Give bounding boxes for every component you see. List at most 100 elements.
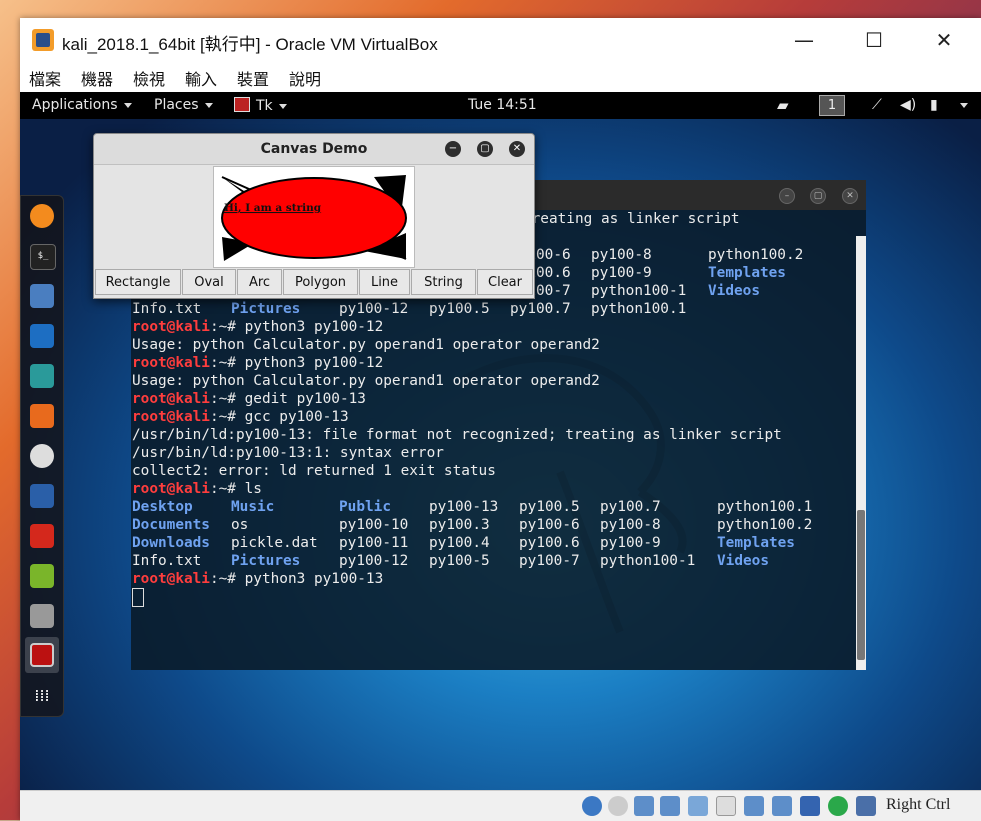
tk-icon xyxy=(234,97,250,112)
canvas-maximize-button[interactable]: ▢ xyxy=(477,141,493,157)
mouse-integration-icon[interactable] xyxy=(828,796,848,816)
ls-directory-entry: Pictures xyxy=(231,301,301,317)
ls-directory-entry: Downloads xyxy=(132,535,210,551)
menu-devices[interactable]: 裝置 xyxy=(237,66,269,90)
cutycapt-icon[interactable] xyxy=(30,604,54,628)
ls-directory-entry: Documents xyxy=(132,517,210,533)
places-menu[interactable]: Places xyxy=(154,97,213,113)
tk-app-icon[interactable] xyxy=(30,643,54,667)
prompt-tail: :~# xyxy=(209,481,245,497)
canvas-demo-window[interactable]: Canvas Demo − ▢ ✕ Hi, I am a string Rect… xyxy=(93,133,535,299)
menu-view[interactable]: 檢視 xyxy=(133,66,165,90)
menu-machine[interactable]: 機器 xyxy=(81,66,113,90)
beef-icon[interactable] xyxy=(30,484,54,508)
battery-icon[interactable]: ▮ xyxy=(930,97,938,113)
command-text: python3 py100-13 xyxy=(244,571,384,587)
maximize-button[interactable]: ☐ xyxy=(851,28,897,52)
terminal-output-line: /usr/bin/ld:py100-13:1: syntax error xyxy=(132,445,444,461)
audio-icon[interactable] xyxy=(634,796,654,816)
line-button[interactable]: Line xyxy=(359,269,410,295)
prompt-user: root@kali xyxy=(132,409,210,425)
prompt-tail: :~# xyxy=(209,391,245,407)
video-recorder-icon[interactable]: ▰ xyxy=(777,96,789,114)
menu-input[interactable]: 輸入 xyxy=(185,66,217,90)
virtualbox-window: kali_2018.1_64bit [執行中] - Oracle VM Virt… xyxy=(20,18,981,821)
drawing-canvas[interactable]: Hi, I am a string xyxy=(213,166,415,268)
hard-disk-icon[interactable] xyxy=(582,796,602,816)
prompt-user: root@kali xyxy=(132,319,210,335)
prompt-tail: :~# xyxy=(209,409,245,425)
arc-button[interactable]: Arc xyxy=(237,269,282,295)
menu-help[interactable]: 說明 xyxy=(289,66,321,90)
network-adapter-icon[interactable] xyxy=(660,796,680,816)
command-text: gedit py100-13 xyxy=(244,391,366,407)
prompt-user: root@kali xyxy=(132,391,210,407)
ls-directory-entry: Music xyxy=(231,499,275,515)
terminal-minimize-button[interactable]: – xyxy=(779,188,795,204)
ls-directory-entry: Templates xyxy=(708,265,786,281)
ls-file-entry: py100.4 xyxy=(429,535,490,551)
display-icon[interactable] xyxy=(744,796,764,816)
metasploit-icon[interactable] xyxy=(30,324,54,348)
terminal-icon[interactable]: $_ xyxy=(30,244,56,270)
ls-output-row: Desktop Music Public py100-13 py100.5 py100.7… xyxy=(132,498,855,516)
maltego-icon[interactable] xyxy=(30,444,54,468)
minimize-button[interactable]: — xyxy=(781,28,827,52)
terminal-output-line: /usr/bin/ld:py100-13: file format not re… xyxy=(132,427,782,443)
faraday-icon[interactable] xyxy=(30,524,54,548)
burpsuite-icon[interactable] xyxy=(30,404,54,428)
cpu-icon[interactable] xyxy=(800,796,820,816)
virtualbox-icon xyxy=(32,29,54,51)
clock[interactable]: Tue 14:51 xyxy=(468,97,537,113)
shared-folder-icon[interactable] xyxy=(716,796,736,816)
window-titlebar[interactable]: kali_2018.1_64bit [執行中] - Oracle VM Virt… xyxy=(20,18,981,62)
applications-menu[interactable]: Applications xyxy=(32,97,132,113)
canvas-demo-titlebar[interactable]: Canvas Demo − ▢ ✕ xyxy=(94,134,534,165)
tk-app-menu[interactable]: Tk xyxy=(234,97,287,114)
ls-directory-entry: Videos xyxy=(717,553,769,569)
canvas-minimize-button[interactable]: − xyxy=(445,141,461,157)
ls-file-entry: py100-12 xyxy=(339,301,409,317)
clear-button[interactable]: Clear xyxy=(477,269,533,295)
ls-file-entry: python100.2 xyxy=(717,517,813,533)
ls-output-row: Downloads pickle.dat py100-11 py100.4 py100.… xyxy=(132,534,855,552)
system-menu-icon[interactable] xyxy=(954,97,968,113)
ls-file-entry: python100.2 xyxy=(708,247,804,263)
terminal-prompt-line: root@kali:~# gedit py100-13 xyxy=(132,390,366,408)
terminal-output-line: Usage: python Calculator.py operand1 ope… xyxy=(132,337,600,353)
prompt-user: root@kali xyxy=(132,571,210,587)
terminal-scroll-thumb[interactable] xyxy=(857,510,865,660)
terminal-maximize-button[interactable]: ▢ xyxy=(810,188,826,204)
workspace-indicator[interactable]: 1 xyxy=(819,95,845,116)
close-button[interactable]: ✕ xyxy=(921,28,967,52)
canvas-close-button[interactable]: ✕ xyxy=(509,141,525,157)
host-key-label: Right Ctrl xyxy=(886,796,951,813)
terminal-prompt-line: root@kali:~# ls xyxy=(132,480,262,498)
show-apps-icon[interactable]: ⁞⁞⁞ xyxy=(30,684,54,708)
armitage-icon[interactable] xyxy=(30,364,54,388)
ls-file-entry: pickle.dat xyxy=(231,535,318,551)
rectangle-button[interactable]: Rectangle xyxy=(95,269,181,295)
terminal-prompt-line: root@kali:~# gcc py100-13 xyxy=(132,408,349,426)
optical-drive-icon[interactable] xyxy=(608,796,628,816)
files-icon[interactable] xyxy=(30,284,54,308)
oval-button[interactable]: Oval xyxy=(182,269,236,295)
ls-file-entry: Info.txt xyxy=(132,553,202,569)
ls-output-row: Info.txt Pictures py100-12 py100.5 py100.7 py… xyxy=(132,300,855,318)
terminal-close-button[interactable]: ✕ xyxy=(842,188,858,204)
menu-file[interactable]: 檔案 xyxy=(29,66,61,90)
keyboard-icon[interactable] xyxy=(856,796,876,816)
recording-icon[interactable] xyxy=(772,796,792,816)
polygon-button[interactable]: Polygon xyxy=(283,269,358,295)
ls-file-entry: python100-1 xyxy=(591,283,687,299)
string-button[interactable]: String xyxy=(411,269,476,295)
ls-file-entry: py100.5 xyxy=(519,499,580,515)
volume-icon[interactable]: ◀) xyxy=(900,97,916,113)
terminal-cursor xyxy=(132,588,144,607)
leafpad-icon[interactable] xyxy=(30,564,54,588)
firefox-icon[interactable] xyxy=(30,204,54,228)
usb-icon[interactable] xyxy=(688,796,708,816)
window-title: kali_2018.1_64bit [執行中] - Oracle VM Virt… xyxy=(62,35,438,54)
ls-directory-entry: Desktop xyxy=(132,499,193,515)
network-icon[interactable]: ⟋ xyxy=(872,97,882,113)
